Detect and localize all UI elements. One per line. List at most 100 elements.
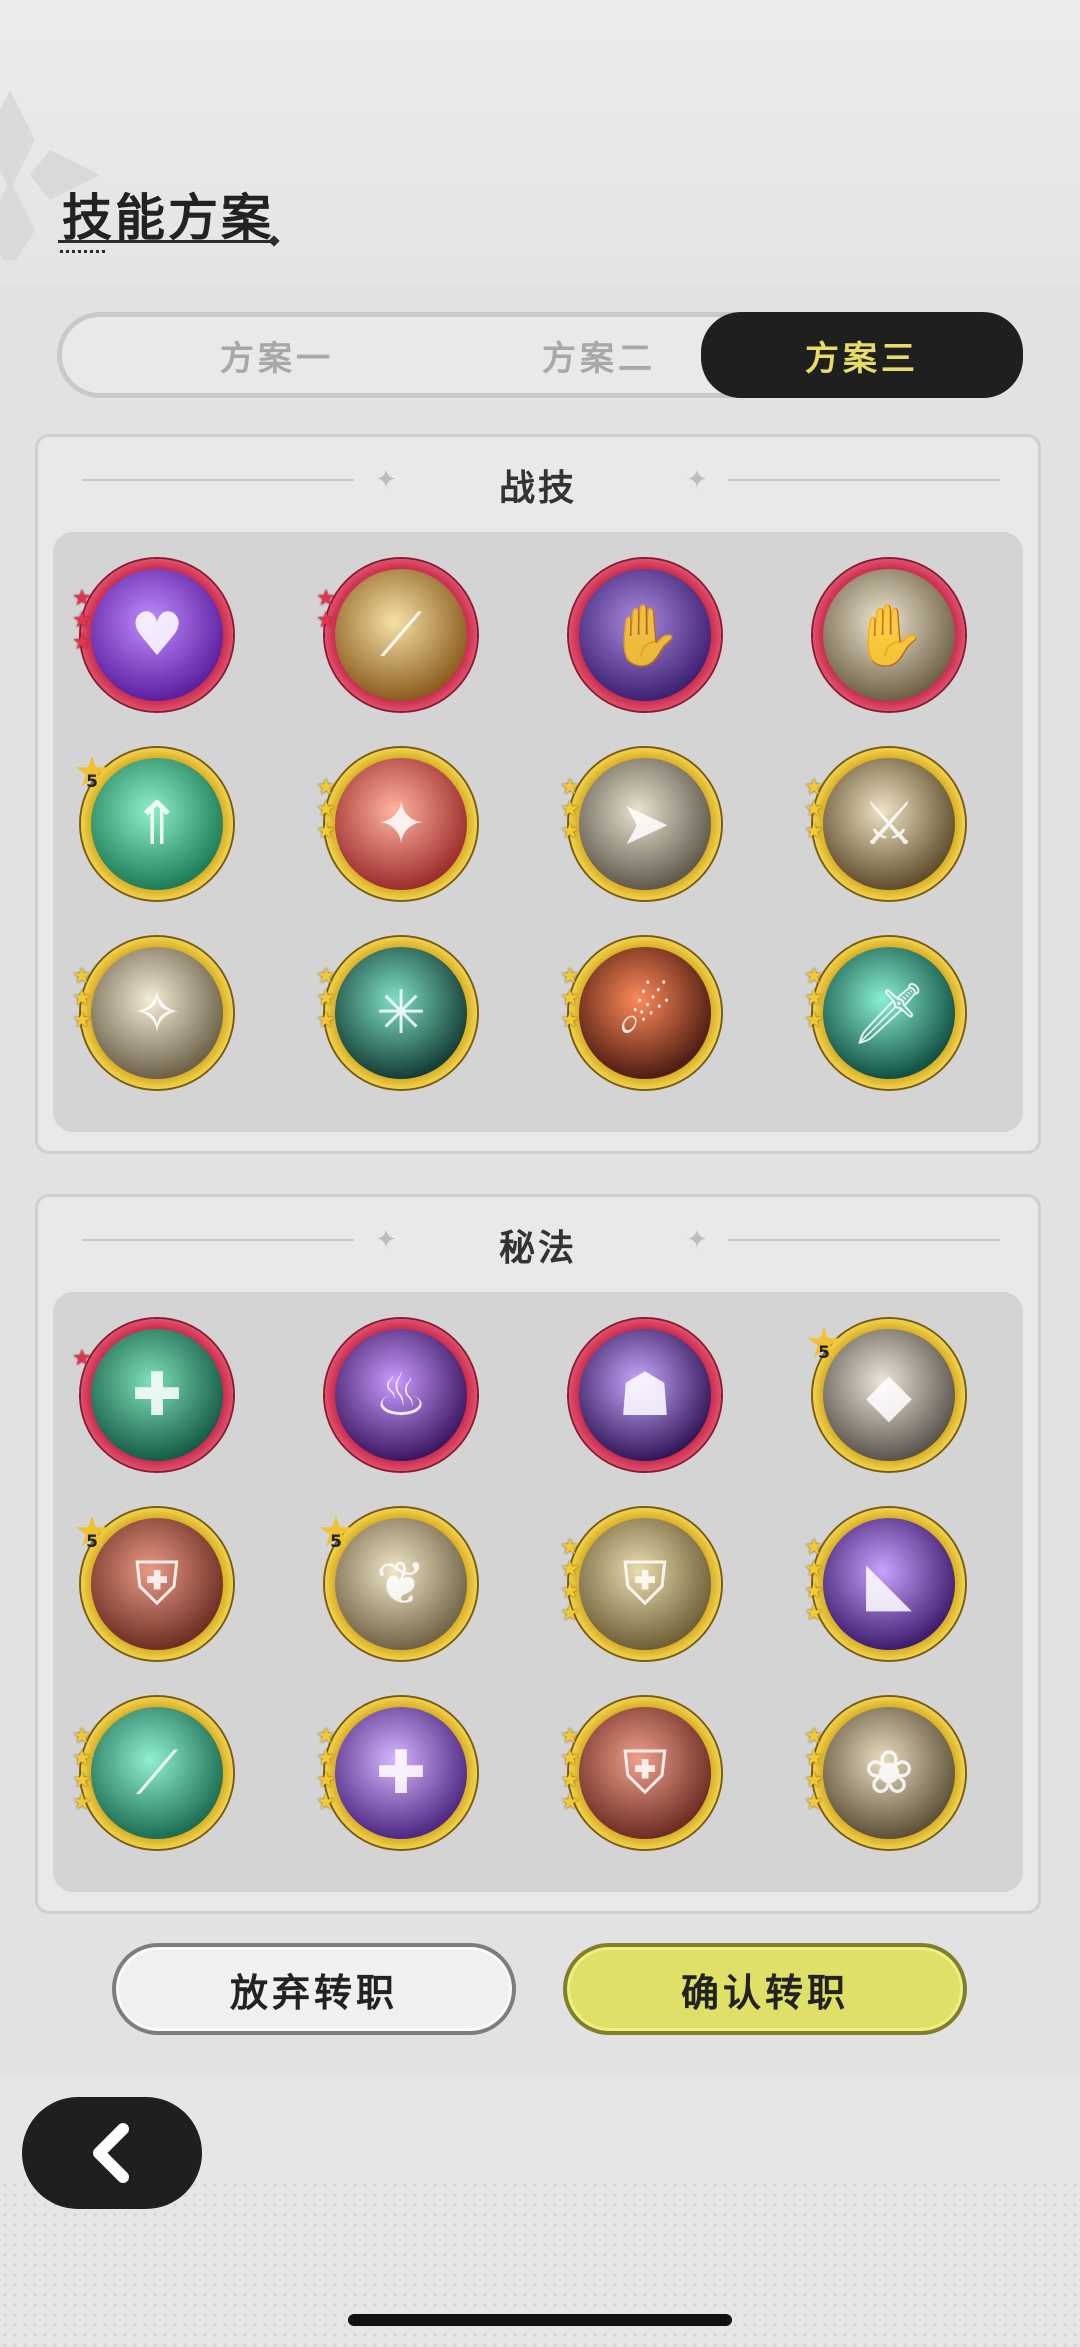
skill-frame: ➤ xyxy=(569,748,721,900)
skill-frame: ✋ xyxy=(813,559,965,711)
skill-frame: ☗ xyxy=(569,1319,721,1471)
star-badge-icon: ★ 5 xyxy=(803,1322,845,1365)
purple-figure-glow-icon: ☗ xyxy=(579,1329,711,1461)
red-armor-icon: ⛨ xyxy=(579,1707,711,1839)
skill-glyph: ⛨ xyxy=(622,1549,668,1619)
star-badge-number: 5 xyxy=(330,1532,342,1552)
abandon-class-change-button[interactable]: 放弃转职 xyxy=(112,1943,516,2035)
back-button[interactable] xyxy=(22,2097,202,2209)
combat-skill-grid: ♥ ★ ★ ★ ⟋ ★ ★ ✋ ✋ ⇑ ★ 5 ✦ ★ ★ ★ ➤ ★ ★ ★ ⚔ ★ ★ ★ ✧ ★ ★ ★ ✳ ★ ★ ★ ☄ ★ ★ ★ 🗡 ★ ★ ★ xyxy=(53,532,1023,1132)
star-icon: ★ xyxy=(804,1790,824,1815)
sparkle-icon: ✦ xyxy=(686,1225,708,1255)
skill-glyph: ✋ xyxy=(851,600,927,671)
star-rating: ★ ★ ★ ★ xyxy=(559,1537,581,1626)
star-icon: ★ xyxy=(804,1601,824,1626)
skill-glyph: ⛨ xyxy=(622,1738,668,1808)
skill-slot[interactable]: ♨ xyxy=(325,1319,477,1471)
star-icon: ★ xyxy=(804,819,824,844)
skill-frame: ✋ xyxy=(569,559,721,711)
skill-slot[interactable]: ✧ ★ ★ ★ xyxy=(72,937,233,1089)
skill-slot[interactable]: 🗡 ★ ★ ★ xyxy=(804,937,965,1089)
green-heal-plus-icon: ✚ xyxy=(91,1329,223,1461)
tab-plan-1[interactable]: 方案一 xyxy=(117,317,437,393)
skill-slot[interactable]: ⛨ ★ ★ ★ ★ xyxy=(560,1697,721,1849)
skill-slot[interactable]: ➤ ★ ★ ★ xyxy=(560,748,721,900)
skill-slot[interactable]: ✳ ★ ★ ★ xyxy=(316,937,477,1089)
star-rating: ★ xyxy=(71,1348,93,1371)
skill-slot[interactable]: ⚔ ★ ★ ★ xyxy=(804,748,965,900)
skill-glyph: ✧ xyxy=(131,978,183,1048)
star-rating: ★ ★ ★ ★ xyxy=(315,1726,337,1815)
afterimage-dash-icon: ➤ xyxy=(579,758,711,890)
star-rating: ★ ★ ★ xyxy=(71,966,93,1033)
confirm-class-change-button[interactable]: 确认转职 xyxy=(563,1943,967,2035)
leaping-strike-icon: ✧ xyxy=(91,947,223,1079)
skill-slot[interactable]: ⛨ ★ ★ ★ ★ xyxy=(560,1508,721,1660)
skill-slot[interactable]: ◣ ★ ★ ★ ★ xyxy=(804,1508,965,1660)
skill-glyph: ♨ xyxy=(374,1360,428,1430)
star-icon: ★ xyxy=(804,1008,824,1033)
skill-slot[interactable]: ✦ ★ ★ ★ xyxy=(316,748,477,900)
divider-right xyxy=(728,1239,1000,1241)
skill-glyph: ✚ xyxy=(131,1360,183,1430)
star-icon: ★ xyxy=(72,1790,92,1815)
skill-slot[interactable]: ⟋ ★ ★ ★ ★ xyxy=(72,1697,233,1849)
skill-frame: ⛨ xyxy=(569,1508,721,1660)
plan-tabs: 方案一 方案二 方案三 xyxy=(57,312,1023,398)
star-icon: ★ xyxy=(560,1008,580,1033)
star-badge-number: 5 xyxy=(86,1532,98,1552)
skill-slot[interactable]: ⛨ ★ 5 xyxy=(73,1508,233,1660)
home-indicator xyxy=(348,2314,732,2326)
red-warrior-burst-icon: ✦ xyxy=(335,758,467,890)
star-rating: ★ ★ ★ ★ xyxy=(803,1537,825,1626)
skill-slot[interactable]: ✚ ★ xyxy=(72,1319,233,1471)
skill-frame: ✚ xyxy=(325,1697,477,1849)
star-rating: ★ ★ ★ ★ xyxy=(803,1726,825,1815)
star-icon: ★ xyxy=(72,1008,92,1033)
skill-glyph: ✦ xyxy=(375,789,427,859)
skill-glyph: ♥ xyxy=(130,600,184,670)
skill-frame: ⛨ xyxy=(569,1697,721,1849)
header-bar: 技能方案 xyxy=(0,0,1080,285)
star-rating: ★ ★ ★ xyxy=(315,777,337,844)
skill-glyph: ✚ xyxy=(375,1738,427,1808)
tab-plan-3[interactable]: 方案三 xyxy=(701,312,1023,398)
star-icon: ★ xyxy=(560,819,580,844)
skill-slot[interactable]: ♥ ★ ★ ★ xyxy=(72,559,233,711)
skill-slot[interactable]: ✚ ★ ★ ★ ★ xyxy=(316,1697,477,1849)
skill-slot[interactable]: ⇑ ★ 5 xyxy=(73,748,233,900)
chevron-left-icon xyxy=(93,2123,129,2183)
star-icon: ★ xyxy=(560,1790,580,1815)
skill-slot[interactable]: ☄ ★ ★ ★ xyxy=(560,937,721,1089)
star-rating: ★ ★ xyxy=(315,588,337,633)
fire-slash-icon: ☄ xyxy=(579,947,711,1079)
sparkle-icon: ✦ xyxy=(686,465,708,495)
star-rating: ★ ★ ★ xyxy=(315,966,337,1033)
skill-glyph: ☄ xyxy=(618,978,672,1048)
skill-slot[interactable]: ✋ xyxy=(813,559,965,711)
section-title-arcane: 秘法 xyxy=(498,1228,577,1269)
skill-slot[interactable]: ❦ ★ 5 xyxy=(317,1508,477,1660)
skill-frame: ✧ xyxy=(81,937,233,1089)
star-badge-icon: ★ 5 xyxy=(71,751,113,794)
skill-frame: ☄ xyxy=(569,937,721,1089)
star-badge-number: 5 xyxy=(86,772,98,792)
star-icon: ★ xyxy=(316,819,336,844)
star-icon: ★ xyxy=(316,1008,336,1033)
skill-slot[interactable]: ⟋ ★ ★ xyxy=(316,559,477,711)
star-rating: ★ ★ ★ ★ xyxy=(71,1726,93,1815)
title-dots xyxy=(60,250,106,253)
title-underline xyxy=(58,240,270,243)
star-badge-number: 5 xyxy=(818,1343,830,1363)
skill-slot[interactable]: ❀ ★ ★ ★ ★ xyxy=(804,1697,965,1849)
skill-glyph: ✋ xyxy=(607,600,683,671)
skill-slot[interactable]: ◆ ★ 5 xyxy=(805,1319,965,1471)
skill-frame: ✳ xyxy=(325,937,477,1089)
skill-frame: ⚔ xyxy=(813,748,965,900)
sword-swing-icon: ⚔ xyxy=(823,758,955,890)
green-sword-icon: 🗡 xyxy=(823,947,955,1079)
skill-frame: ◣ xyxy=(813,1508,965,1660)
golden-slash-icon: ⟋ xyxy=(335,569,467,701)
skill-slot[interactable]: ✋ xyxy=(569,559,721,711)
skill-slot[interactable]: ☗ xyxy=(569,1319,721,1471)
